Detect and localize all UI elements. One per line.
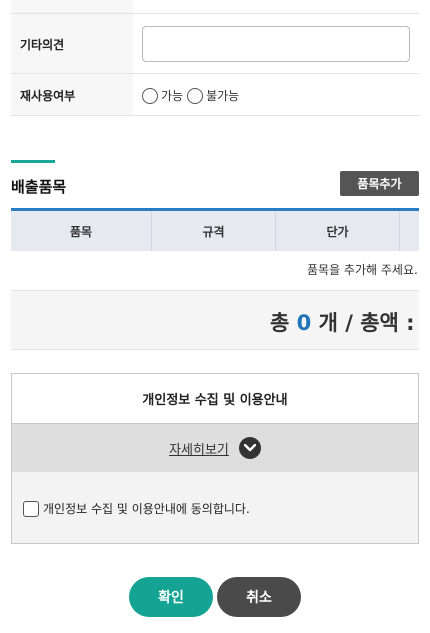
agree-label: 개인정보 수집 및 이용안내에 동의합니다.: [43, 502, 250, 516]
reuse-option-impossible[interactable]: 불가능: [187, 87, 239, 104]
reuse-option-label: 가능: [161, 89, 184, 103]
column-header-price: 단가: [276, 211, 400, 251]
reuse-option-label: 불가능: [206, 89, 240, 103]
etc-label: 기타의견: [20, 38, 65, 52]
privacy-title: 개인정보 수집 및 이용안내: [12, 374, 418, 424]
radio-circle-icon[interactable]: [142, 87, 158, 104]
form-row-etc: 기타의견: [11, 14, 419, 74]
confirm-button[interactable]: 확인: [129, 577, 213, 617]
column-header-more: [400, 211, 419, 251]
add-item-button[interactable]: 품목추가: [340, 171, 419, 196]
agree-checkbox[interactable]: [23, 500, 39, 517]
summary-count: 0: [296, 311, 312, 335]
form-row-reuse: 재사용여부 가능 불가능: [11, 74, 419, 116]
reuse-option-possible[interactable]: 가능: [142, 87, 183, 104]
column-header-item: 품목: [11, 211, 152, 251]
summary-text: 총 0 개 / 총액 : 0: [270, 307, 419, 337]
section-accent-bar: [11, 160, 55, 163]
label-cell: [11, 0, 133, 13]
empty-items-message: 품목을 추가해 주세요.: [307, 263, 418, 277]
detail-link[interactable]: 자세히보기: [169, 439, 229, 458]
section-title: 배출품목: [11, 178, 67, 196]
radio-circle-icon[interactable]: [187, 87, 204, 104]
etc-opinion-input[interactable]: [142, 26, 410, 62]
summary-mid: 개 / 총액 :: [318, 311, 415, 335]
form-row-top: [11, 0, 419, 14]
cancel-button[interactable]: 취소: [217, 577, 301, 617]
reuse-radio-group: 가능 불가능: [142, 87, 243, 104]
privacy-box: 개인정보 수집 및 이용안내 자세히보기 개인정보 수집 및 이용안내에 동의합…: [11, 373, 419, 544]
items-summary: 총 0 개 / 총액 : 0: [11, 290, 419, 350]
chevron-down-icon[interactable]: [238, 437, 261, 459]
detail-bar[interactable]: 자세히보기: [12, 424, 418, 472]
items-table-header: 품목 규격 단가: [11, 208, 419, 251]
privacy-agree-row[interactable]: 개인정보 수집 및 이용안내에 동의합니다.: [23, 500, 250, 517]
reuse-label: 재사용여부: [20, 89, 76, 103]
summary-prefix: 총: [270, 311, 290, 335]
column-header-spec: 규격: [152, 211, 276, 251]
